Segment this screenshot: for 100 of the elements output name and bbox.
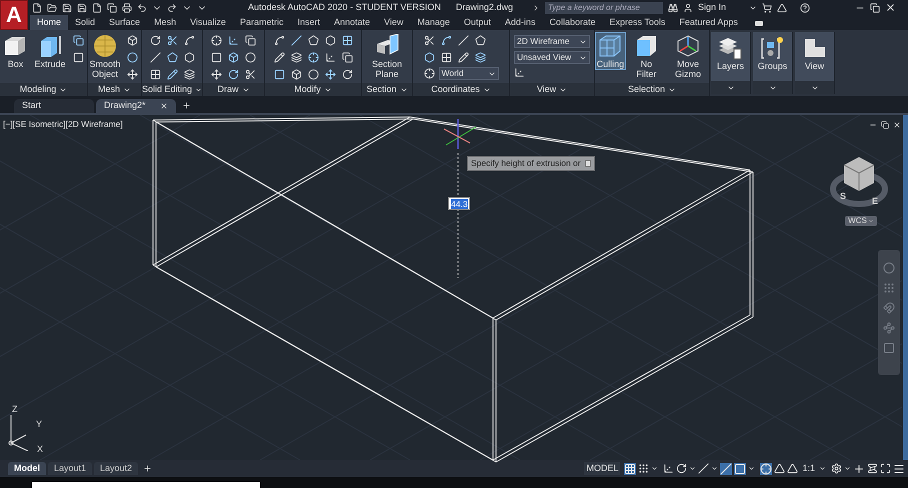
hexagon-icon[interactable] (184, 52, 194, 63)
print-icon[interactable] (122, 2, 132, 12)
model-space-button[interactable]: MODEL (584, 462, 620, 475)
ribbon-tab[interactable]: Solid (68, 15, 102, 30)
ribbon-tab[interactable]: View (377, 15, 410, 30)
pentagon-icon[interactable] (166, 52, 178, 63)
undo-icon[interactable] (137, 2, 147, 12)
app-menu-button[interactable]: A (0, 0, 28, 30)
move-icon[interactable] (324, 69, 336, 80)
pencil-icon[interactable] (274, 52, 284, 63)
caret-icon[interactable] (819, 465, 826, 472)
pentagon-icon[interactable] (308, 35, 318, 46)
ribbon-tab[interactable]: Manage (410, 15, 457, 30)
scissors-icon[interactable] (166, 35, 178, 46)
line-icon[interactable] (150, 52, 160, 63)
fullscreen-icon[interactable] (880, 463, 891, 474)
square-icon[interactable] (274, 69, 284, 80)
pencil-icon[interactable] (458, 52, 468, 63)
new-layout-icon[interactable] (143, 464, 152, 473)
collapsed-panel[interactable]: Groups (753, 32, 793, 94)
dropdown-field[interactable]: Unsaved View (514, 51, 590, 64)
ribbon-button[interactable]: Move Gizmo (667, 32, 709, 80)
folder-icon[interactable] (47, 2, 57, 12)
spline-icon[interactable] (274, 35, 284, 46)
help-icon[interactable] (800, 2, 810, 12)
line-icon[interactable] (458, 35, 468, 46)
scissors-icon[interactable] (424, 35, 434, 46)
square-icon[interactable] (211, 52, 222, 63)
pentagon-icon[interactable] (474, 35, 486, 46)
ribbon-tab[interactable]: Annotate (326, 15, 377, 30)
spline-icon[interactable] (440, 35, 452, 46)
collapsed-panel[interactable]: Layers (711, 32, 751, 94)
ribbon-button[interactable]: Culling (595, 32, 626, 70)
rotate-icon[interactable] (228, 69, 239, 80)
settings-icon[interactable] (831, 463, 842, 474)
copy-icon[interactable] (245, 35, 256, 46)
grid-icon[interactable] (624, 462, 636, 474)
user-icon[interactable] (682, 2, 693, 12)
snap-icon[interactable] (638, 463, 650, 474)
axis-icon[interactable] (324, 52, 336, 63)
layout-tab[interactable]: Layout1 (48, 462, 92, 475)
close-icon[interactable] (160, 102, 168, 110)
rotate-icon[interactable] (150, 35, 160, 46)
scale-button[interactable]: 1:1 (800, 462, 817, 476)
save-icon[interactable] (62, 2, 72, 12)
crosshair-icon[interactable] (424, 68, 434, 79)
square-icon[interactable] (72, 52, 84, 63)
caret-icon[interactable] (651, 465, 658, 472)
move-icon[interactable] (211, 69, 222, 80)
grid-icon[interactable] (150, 69, 160, 80)
binoculars-icon[interactable] (668, 2, 678, 12)
hexagon-icon[interactable] (324, 35, 336, 46)
ribbon-tab[interactable]: Collaborate (542, 15, 602, 30)
wcs-dropdown[interactable]: WCS (845, 216, 877, 226)
axis-icon[interactable] (228, 35, 239, 46)
restore-icon[interactable] (881, 121, 889, 129)
ribbon-tab[interactable]: Add-ins (498, 15, 542, 30)
layout-tab[interactable]: Layout2 (94, 462, 138, 475)
cube-icon[interactable] (127, 35, 138, 46)
line-icon[interactable] (290, 35, 302, 46)
triangle-icon[interactable] (776, 2, 787, 12)
ribbon-button[interactable]: Groups (756, 34, 790, 72)
file-tab[interactable]: Start (14, 99, 94, 113)
input-field[interactable]: 44.3 (448, 197, 470, 210)
caret-icon[interactable] (689, 465, 696, 472)
ribbon-tab[interactable]: Featured Apps (672, 15, 745, 30)
caret-icon[interactable] (711, 465, 718, 472)
ribbon-tab[interactable]: Express Tools (602, 15, 672, 30)
ribbon-button[interactable]: No Filter (628, 32, 665, 80)
ribbon-button[interactable]: Section Plane (366, 32, 408, 80)
cart-icon[interactable] (762, 2, 772, 12)
menu-icon[interactable] (893, 462, 905, 474)
hexagon-icon[interactable] (424, 52, 434, 63)
plus-icon[interactable] (853, 462, 865, 474)
redo-icon[interactable] (167, 2, 177, 12)
document-icon[interactable] (92, 2, 102, 12)
file-tab[interactable]: Drawing2* (96, 99, 176, 113)
layers-icon[interactable] (474, 52, 486, 63)
copy-icon[interactable] (342, 52, 352, 63)
restore-icon[interactable] (870, 2, 880, 12)
spline-icon[interactable] (184, 35, 194, 46)
cube-icon[interactable] (290, 69, 302, 80)
close-icon[interactable] (884, 2, 896, 13)
ribbon-button[interactable]: View (800, 34, 830, 72)
ribbon-tab[interactable]: Visualize (183, 15, 233, 30)
caret-icon[interactable] (748, 465, 756, 472)
grid-icon[interactable] (440, 52, 452, 63)
crosshair-icon[interactable] (308, 52, 318, 63)
circle-icon[interactable] (127, 52, 138, 63)
circle-icon[interactable] (308, 69, 318, 80)
new-tab-icon[interactable] (182, 101, 191, 110)
layout-tab[interactable]: Model (8, 462, 46, 475)
search-field[interactable]: Type a keyword or phrase (544, 2, 663, 14)
ribbon-tab[interactable]: Output (456, 15, 498, 30)
ribbon-tab[interactable]: Surface (102, 15, 148, 30)
dropdown-field[interactable]: 2D Wireframe (514, 35, 590, 48)
ribbon-button[interactable]: Smooth Object (88, 32, 122, 80)
ribbon-button[interactable]: Box (0, 32, 30, 70)
sign-in-button[interactable]: Sign In (698, 0, 726, 14)
grid-icon[interactable] (342, 35, 352, 46)
